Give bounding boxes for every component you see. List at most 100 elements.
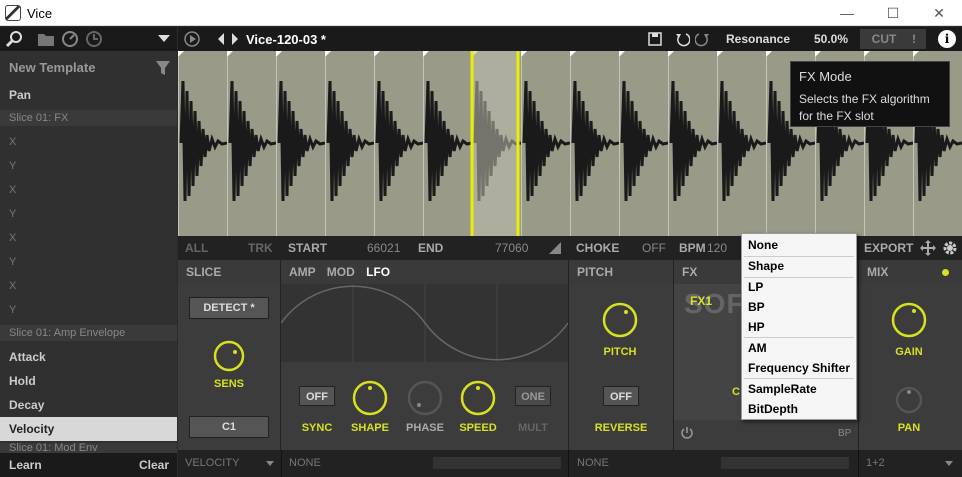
alert-button[interactable]: ! [902,29,926,49]
shape-label: SHAPE [351,422,389,434]
mult-one-button[interactable]: ONE [515,386,551,406]
tab-lfo[interactable]: LFO [366,265,390,279]
bpm-value[interactable]: 120 [707,241,727,255]
chevron-down-icon [945,461,953,466]
chevron-down-icon[interactable] [158,35,170,43]
filter-icon[interactable] [155,60,171,76]
xy-item[interactable]: X [0,226,177,250]
window-title: Vice [27,6,53,21]
search-icon[interactable] [5,30,23,48]
speed-knob[interactable] [458,378,498,418]
sens-label: SENS [214,378,244,390]
end-label: END [418,241,444,255]
mod-amount-slider[interactable] [433,457,561,469]
note-button[interactable]: C1 [189,416,269,438]
menu-item-shape[interactable]: Shape [748,256,784,276]
menu-item-bitdepth[interactable]: BitDepth [748,399,798,419]
mix-led [942,269,949,276]
clock-icon[interactable] [85,30,103,48]
menu-item-none[interactable]: None [748,235,778,255]
tooltip: FX Mode Selects the FX algorithm for the… [790,61,950,127]
xy-item[interactable]: X [0,178,177,202]
tab-mod[interactable]: MOD [327,265,355,279]
trk-toggle[interactable]: TRK [248,241,273,255]
export-button[interactable]: EXPORT [864,241,913,255]
output-select[interactable]: 1+2 [866,457,885,469]
redo-icon[interactable] [695,31,709,47]
xy-item[interactable]: Y [0,250,177,274]
pitch-label: PITCH [603,346,637,358]
pitch-panel-title: PITCH [569,260,673,284]
detect-button[interactable]: DETECT * [189,297,269,319]
all-toggle[interactable]: ALL [185,241,208,255]
title-bar: Vice — ☐ ✕ [0,0,962,26]
power-icon[interactable] [680,426,694,440]
divider [858,450,859,477]
sidebar-item-velocity[interactable]: Velocity [0,417,177,441]
maximize-button[interactable]: ☐ [870,0,916,26]
save-icon[interactable] [648,32,662,46]
template-name[interactable]: New Template [0,56,177,80]
start-value[interactable]: 66021 [367,241,400,255]
tooltip-title: FX Mode [799,69,852,84]
info-icon[interactable]: i [938,30,956,48]
xy-item[interactable]: Y [0,298,177,322]
sidebar-item-attack[interactable]: Attack [0,345,177,369]
play-icon[interactable] [183,30,201,48]
menu-item-hp[interactable]: HP [748,317,765,337]
menu-item-am[interactable]: AM [748,338,767,358]
speed-label: SPEED [459,422,497,434]
divider [568,260,569,450]
close-button[interactable]: ✕ [916,0,962,26]
menu-item-bp[interactable]: BP [748,297,765,317]
choke-value[interactable]: OFF [642,241,666,255]
gain-knob[interactable] [889,300,929,340]
pan-label: PAN [897,422,921,434]
tab-amp[interactable]: AMP [289,265,315,279]
xy-item[interactable]: Y [0,154,177,178]
param-value: 50.0% [814,32,849,46]
cut-button[interactable]: CUT [860,29,908,49]
undo-icon[interactable] [676,31,690,47]
prev-next-icon[interactable] [218,33,238,45]
xy-item[interactable]: X [0,130,177,154]
pan-knob[interactable] [893,384,925,416]
fade-icon[interactable] [549,242,561,254]
phase-label: PHASE [406,422,444,434]
mod-target-select[interactable]: NONE [289,457,321,469]
sync-button[interactable]: OFF [299,386,335,406]
reverse-button[interactable]: OFF [603,386,639,406]
sidebar-item-hold[interactable]: Hold [0,369,177,393]
chevron-down-icon [266,461,274,466]
minimize-button[interactable]: — [824,0,870,26]
clear-button[interactable]: Clear [139,458,169,472]
shape-knob[interactable] [350,378,390,418]
learn-button[interactable]: Learn [9,458,42,472]
sidebar-item-pan[interactable]: Pan [0,83,177,107]
sidebar-toolbar [0,27,177,51]
menu-item-lp[interactable]: LP [748,277,763,297]
velocity-select[interactable]: VELOCITY [185,457,239,469]
lfo-display[interactable] [281,284,568,362]
preset-name[interactable]: Vice-120-03 * [246,32,326,47]
reverse-label: REVERSE [594,422,648,434]
end-value[interactable]: 77060 [495,241,528,255]
fx-mode-menu: None Shape LP BP HP AM Frequency Shifter… [741,233,857,420]
menu-item-frequency-shifter[interactable]: Frequency Shifter [748,358,850,378]
sens-knob[interactable] [211,338,247,374]
folder-icon[interactable] [37,31,55,47]
sidebar-item-decay[interactable]: Decay [0,393,177,417]
gear-icon[interactable] [941,239,959,257]
menu-item-samplerate[interactable]: SampleRate [748,379,817,399]
amp-panel-header: AMP MOD LFO [281,260,568,284]
move-icon[interactable] [920,240,936,256]
divider [281,450,282,477]
xy-item[interactable]: Y [0,202,177,226]
xy-item[interactable]: X [0,274,177,298]
mod-amount-slider-2[interactable] [721,457,849,469]
mod-target-select-2[interactable]: NONE [577,457,609,469]
phase-knob[interactable] [405,378,445,418]
pitch-knob[interactable] [600,300,640,340]
fx-param-label: C [732,386,740,398]
gauge-icon[interactable] [61,30,79,48]
